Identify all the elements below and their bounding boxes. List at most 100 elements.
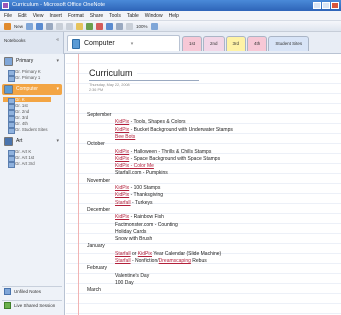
page-title[interactable]: Curriculum bbox=[89, 68, 137, 78]
menu-file[interactable]: File bbox=[4, 13, 12, 19]
window-controls bbox=[313, 2, 339, 9]
program-link[interactable]: - Color Me bbox=[129, 163, 154, 169]
expand-icon[interactable]: ▾ bbox=[56, 56, 59, 67]
program-link[interactable]: KidPix bbox=[115, 127, 129, 133]
curriculum-item[interactable]: KidPix - Tools, Shapes & Colors bbox=[115, 119, 186, 126]
section-tab-4th[interactable]: 4th bbox=[247, 36, 268, 51]
month-heading[interactable]: September bbox=[87, 112, 111, 119]
curriculum-item[interactable]: Valentine's Day bbox=[115, 273, 149, 280]
program-link[interactable]: Starfall bbox=[115, 200, 131, 206]
menu-help[interactable]: Help bbox=[169, 13, 179, 19]
print-icon[interactable] bbox=[46, 22, 54, 30]
curriculum-item[interactable]: KidPix - Rainbow Fish bbox=[115, 214, 164, 221]
program-link[interactable]: KidPix bbox=[115, 156, 129, 162]
program-link[interactable]: KidPix bbox=[115, 192, 129, 198]
sidebar-section[interactable]: Gr. K bbox=[3, 97, 51, 104]
curriculum-item[interactable]: Starfall - Turkeys bbox=[115, 200, 153, 207]
curriculum-item[interactable]: Holiday Cards bbox=[115, 229, 146, 236]
expand-icon[interactable]: ▾ bbox=[56, 84, 59, 95]
menu-table[interactable]: Table bbox=[127, 13, 139, 19]
program-link[interactable]: KidPix bbox=[115, 214, 129, 220]
sidebar-section[interactable]: Gr. Student Sites bbox=[8, 127, 47, 134]
sidebar-section[interactable]: Gr. 2nd bbox=[8, 109, 29, 116]
section-tab-3rd[interactable]: 3rd bbox=[225, 36, 247, 51]
curriculum-item[interactable]: KidPix - Color Me bbox=[115, 163, 154, 170]
month-heading[interactable]: October bbox=[87, 141, 105, 148]
current-notebook-tab[interactable]: Computer ▾ bbox=[67, 35, 180, 51]
unfiled-notes-button[interactable]: Unfiled Notes bbox=[2, 286, 62, 295]
curriculum-item[interactable]: KidPix - Halloween - Thrills & Chills St… bbox=[115, 149, 211, 156]
section-tab-1st[interactable]: 1st bbox=[182, 36, 203, 51]
paste-icon[interactable] bbox=[76, 22, 84, 30]
maximize-icon[interactable] bbox=[322, 2, 330, 9]
close-icon[interactable] bbox=[331, 2, 339, 9]
page-view-icon[interactable] bbox=[126, 22, 134, 30]
sidebar-section[interactable]: Gr. Art 1st bbox=[8, 155, 34, 162]
program-link[interactable]: KidPix bbox=[115, 185, 129, 191]
note-page[interactable]: Curriculum Thursday, May 22, 2008 2:36 P… bbox=[66, 54, 341, 315]
sidebar-notebook-art[interactable]: Art ▾ bbox=[2, 136, 62, 147]
open-icon[interactable] bbox=[26, 22, 34, 30]
month-heading[interactable]: January bbox=[87, 243, 105, 250]
month-heading[interactable]: February bbox=[87, 265, 107, 272]
month-heading[interactable]: November bbox=[87, 178, 110, 185]
collapse-pane-icon[interactable]: « bbox=[56, 37, 59, 43]
sidebar-section[interactable]: Gr. Art 3rd bbox=[8, 161, 35, 168]
sidebar-section[interactable]: Gr. 4th bbox=[8, 121, 28, 128]
zoom-select[interactable]: 100% bbox=[136, 24, 148, 29]
new-button[interactable]: New bbox=[14, 24, 23, 29]
program-link[interactable]: Starfall bbox=[115, 258, 131, 264]
curriculum-item[interactable]: 100 Day bbox=[115, 280, 134, 287]
program-link[interactable]: Dreamscaping bbox=[159, 258, 191, 264]
sidebar-section[interactable]: Gr. Primary 1 bbox=[8, 75, 40, 82]
menu-insert[interactable]: Insert bbox=[49, 13, 62, 19]
menu-window[interactable]: Window bbox=[145, 13, 163, 19]
program-link[interactable]: KidPix bbox=[115, 119, 129, 125]
curriculum-item[interactable]: Starfall - Nonfiction/Dreamscaping Rebus bbox=[115, 258, 207, 265]
program-link[interactable]: KidPix bbox=[138, 251, 152, 257]
curriculum-item[interactable]: KidPix - Space Background with Space Sta… bbox=[115, 156, 220, 163]
program-link[interactable]: Bee Bots bbox=[115, 134, 135, 140]
new-page-icon[interactable] bbox=[4, 22, 11, 30]
section-tab-2nd[interactable]: 2nd bbox=[203, 36, 225, 51]
save-icon[interactable] bbox=[36, 22, 44, 30]
curriculum-item[interactable]: Snow with Brush bbox=[115, 236, 152, 243]
notebook-dropdown-icon[interactable]: ▾ bbox=[131, 41, 134, 47]
sidebar-section[interactable]: Gr. 1st bbox=[8, 103, 28, 110]
sidebar-section[interactable]: Gr. 3rd bbox=[8, 115, 28, 122]
curriculum-item[interactable]: Starfall.com - Pumpkins bbox=[115, 170, 168, 177]
sidebar-section[interactable]: Gr. Primary K bbox=[8, 69, 41, 76]
month-heading[interactable]: March bbox=[87, 287, 101, 294]
table-icon[interactable] bbox=[116, 22, 124, 30]
sidebar-notebook-computer[interactable]: Computer ▾ bbox=[2, 84, 62, 95]
program-link[interactable]: KidPix bbox=[115, 149, 129, 155]
menu-format[interactable]: Format bbox=[68, 13, 84, 19]
item-text: - Tools, Shapes & Colors bbox=[129, 119, 186, 126]
tag-icon[interactable] bbox=[96, 22, 104, 30]
cut-icon[interactable] bbox=[56, 22, 64, 30]
sidebar-notebook-primary[interactable]: Primary ▾ bbox=[2, 56, 62, 67]
curriculum-item[interactable]: KidPix - 100 Stamps bbox=[115, 185, 160, 192]
curriculum-item[interactable]: KidPix - Bucket Background with Underwat… bbox=[115, 127, 233, 134]
menu-view[interactable]: View bbox=[33, 13, 44, 19]
curriculum-item[interactable]: Bee Bots bbox=[115, 134, 135, 141]
curriculum-item[interactable]: Starfall or KidPix Year Calendar (Slide … bbox=[115, 251, 221, 258]
pen-icon[interactable] bbox=[106, 22, 114, 30]
notebook-icon bbox=[4, 137, 13, 146]
help-icon[interactable] bbox=[150, 22, 158, 30]
curriculum-item[interactable]: Factmonster.com - Counting bbox=[115, 222, 178, 229]
menu-edit[interactable]: Edit bbox=[18, 13, 27, 19]
menu-tools[interactable]: Tools bbox=[109, 13, 121, 19]
live-session-button[interactable]: Live Shared Session bbox=[2, 300, 62, 309]
minimize-icon[interactable] bbox=[313, 2, 321, 9]
expand-icon[interactable]: ▾ bbox=[56, 136, 59, 147]
sidebar-section[interactable]: Gr. Art K bbox=[8, 149, 31, 156]
curriculum-item[interactable]: KidPix - Thanksgiving bbox=[115, 192, 163, 199]
program-link[interactable]: Starfall bbox=[115, 251, 131, 257]
section-tab-student-sites[interactable]: Student Sites bbox=[268, 36, 310, 51]
menu-share[interactable]: Share bbox=[90, 13, 103, 19]
copy-icon[interactable] bbox=[66, 22, 74, 30]
undo-icon[interactable] bbox=[86, 22, 94, 30]
month-heading[interactable]: December bbox=[87, 207, 110, 214]
program-link[interactable]: KidPix bbox=[115, 163, 129, 169]
